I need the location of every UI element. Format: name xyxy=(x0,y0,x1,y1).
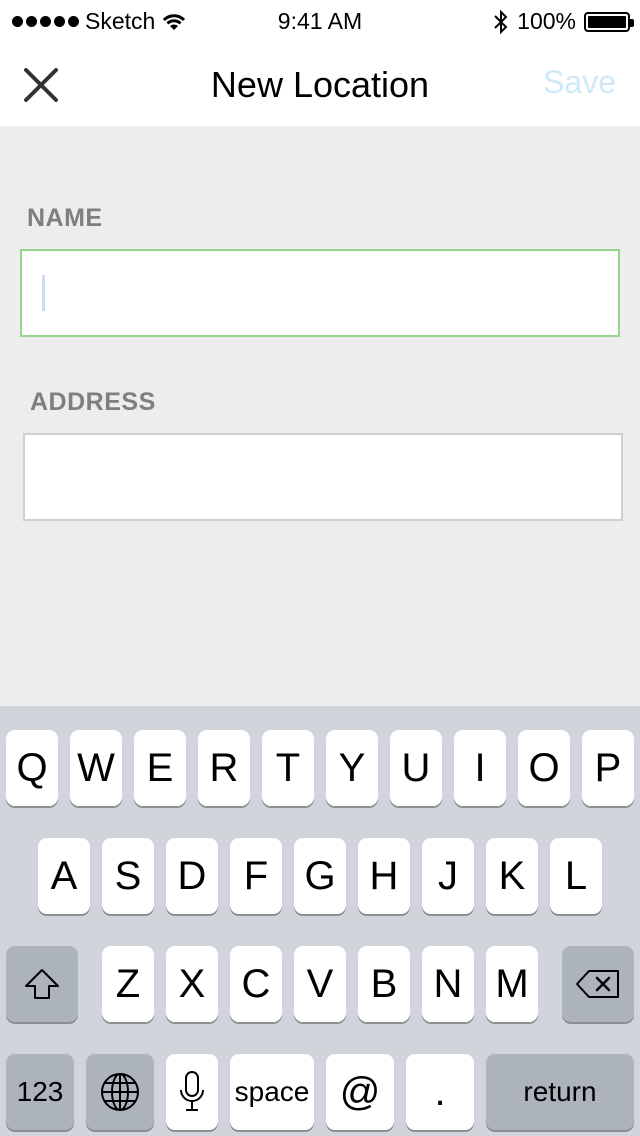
key-l[interactable]: L xyxy=(550,838,602,914)
shift-icon xyxy=(25,969,59,999)
keyboard: Q W E R T Y U I O P A S D F G H J K L Z … xyxy=(0,706,640,1136)
key-k[interactable]: K xyxy=(486,838,538,914)
key-i[interactable]: I xyxy=(454,730,506,806)
numbers-key[interactable]: 123 xyxy=(6,1054,74,1130)
dictation-key[interactable] xyxy=(166,1054,218,1130)
key-r[interactable]: R xyxy=(198,730,250,806)
key-x[interactable]: X xyxy=(166,946,218,1022)
save-button[interactable]: Save xyxy=(543,64,616,101)
key-d[interactable]: D xyxy=(166,838,218,914)
key-f[interactable]: F xyxy=(230,838,282,914)
shift-key[interactable] xyxy=(6,946,78,1022)
top-bar: Sketch 9:41 AM 100% New Location Save xyxy=(0,0,640,126)
key-o[interactable]: O xyxy=(518,730,570,806)
battery-percent: 100% xyxy=(517,8,576,34)
return-key[interactable]: return xyxy=(486,1054,634,1130)
key-p[interactable]: P xyxy=(582,730,634,806)
key-z[interactable]: Z xyxy=(102,946,154,1022)
key-q[interactable]: Q xyxy=(6,730,58,806)
address-label: ADDRESS xyxy=(30,388,156,416)
backspace-icon xyxy=(576,970,619,998)
delete-key[interactable] xyxy=(562,946,634,1022)
key-j[interactable]: J xyxy=(422,838,474,914)
key-g[interactable]: G xyxy=(294,838,346,914)
microphone-icon xyxy=(180,1071,204,1111)
key-e[interactable]: E xyxy=(134,730,186,806)
key-m[interactable]: M xyxy=(486,946,538,1022)
key-n[interactable]: N xyxy=(422,946,474,1022)
globe-icon xyxy=(101,1073,139,1111)
key-a[interactable]: A xyxy=(38,838,90,914)
name-field[interactable] xyxy=(20,249,620,337)
globe-key[interactable] xyxy=(86,1054,154,1130)
battery-icon xyxy=(584,11,634,32)
text-caret xyxy=(42,275,45,311)
key-s[interactable]: S xyxy=(102,838,154,914)
key-c[interactable]: C xyxy=(230,946,282,1022)
space-key[interactable]: space xyxy=(230,1054,314,1130)
key-t[interactable]: T xyxy=(262,730,314,806)
name-input[interactable] xyxy=(22,251,618,335)
key-w[interactable]: W xyxy=(70,730,122,806)
navigation-bar: New Location Save xyxy=(0,42,640,126)
address-field[interactable] xyxy=(23,433,623,521)
name-label: NAME xyxy=(27,204,103,232)
status-right: 100% xyxy=(493,8,634,35)
at-key[interactable]: @ xyxy=(326,1054,394,1130)
bluetooth-icon xyxy=(494,9,508,34)
key-h[interactable]: H xyxy=(358,838,410,914)
key-y[interactable]: Y xyxy=(326,730,378,806)
status-bar: Sketch 9:41 AM 100% xyxy=(0,0,640,42)
address-input[interactable] xyxy=(25,435,621,519)
key-u[interactable]: U xyxy=(390,730,442,806)
key-b[interactable]: B xyxy=(358,946,410,1022)
key-v[interactable]: V xyxy=(294,946,346,1022)
period-key[interactable]: . xyxy=(406,1054,474,1130)
